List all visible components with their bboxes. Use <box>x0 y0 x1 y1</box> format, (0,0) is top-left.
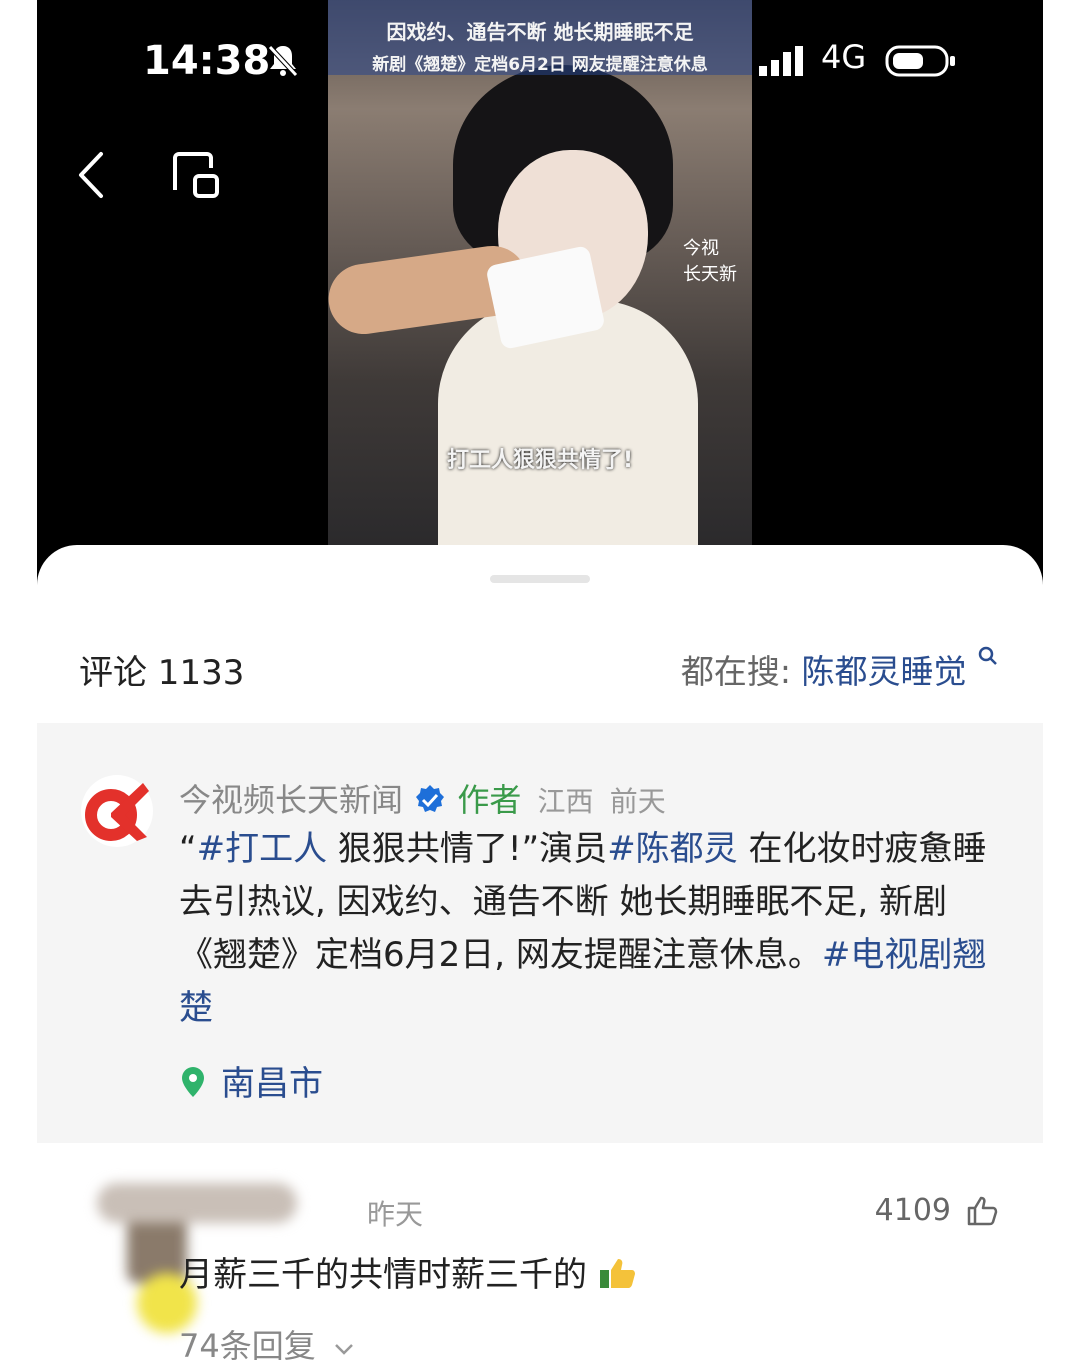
post-location[interactable]: 南昌市 <box>179 1056 323 1105</box>
phone-screen: 因戏约、通告不断 她长期睡眠不足 新剧《翘楚》定档6月2日 网友提醒注意休息 今… <box>37 0 1043 1366</box>
video-caption-line2: 新剧《翘楚》定档6月2日 网友提醒注意休息 <box>372 55 708 75</box>
chevron-down-icon <box>335 1344 353 1355</box>
comment-time: 昨天 <box>367 1198 424 1231</box>
status-time: 14:38 <box>143 38 271 84</box>
network-type: 4G <box>821 38 867 76</box>
comment-like[interactable]: 4109 <box>875 1193 999 1228</box>
comments-count: 评论 1133 <box>79 653 245 693</box>
video-frame[interactable]: 因戏约、通告不断 她长期睡眠不足 新剧《翘楚》定档6月2日 网友提醒注意休息 今… <box>328 0 752 545</box>
jinshipin-logo-icon <box>85 783 149 841</box>
location-label: 南昌市 <box>221 1064 323 1104</box>
video-caption-line1: 因戏约、通告不断 她长期睡眠不足 <box>386 20 694 44</box>
post-region: 江西 <box>537 785 594 818</box>
post-text-2: 狠狠共情了!”演员 <box>327 829 608 869</box>
author-avatar[interactable] <box>81 775 153 847</box>
location-pin-icon <box>182 1067 204 1097</box>
view-replies-button[interactable]: 74条回复 <box>179 1321 356 1366</box>
author-badge: 作者 <box>457 781 522 819</box>
hashtag-dagongren[interactable]: #打工人 <box>197 829 328 869</box>
hot-search[interactable]: 都在搜: 陈都灵睡觉 <box>681 645 999 693</box>
back-button[interactable] <box>73 150 113 204</box>
comment-text: 月薪三千的共情时薪三千的 <box>179 1247 638 1296</box>
battery-icon <box>885 44 957 82</box>
post-text-1: “ <box>179 829 197 869</box>
video-figure-robe <box>438 300 698 545</box>
thumbs-up-emoji-icon <box>599 1259 635 1288</box>
replies-count: 74条回复 <box>179 1327 316 1365</box>
search-icon <box>978 646 997 665</box>
post-body: “#打工人 狠狠共情了!”演员#陈都灵 在化妆时疲惫睡去引热议, 因戏约、通告不… <box>179 823 999 1035</box>
signal-icon <box>759 44 809 82</box>
comment-like-count: 4109 <box>874 1193 951 1228</box>
thumbs-up-icon <box>967 1196 998 1225</box>
hot-search-prefix: 都在搜: <box>680 652 791 691</box>
bell-muted-icon <box>265 42 301 82</box>
watermark-line1: 今视 <box>683 238 719 259</box>
verified-badge-icon <box>416 785 445 812</box>
author-name[interactable]: 今视频长天新闻 <box>179 781 403 819</box>
float-window-button[interactable] <box>171 150 223 206</box>
author-meta: 今视频长天新闻 作者 江西 前天 <box>179 775 666 821</box>
chevron-left-icon <box>79 152 103 198</box>
author-post: 今视频长天新闻 作者 江西 前天 “#打工人 狠狠共情了!”演员#陈都灵 在化妆… <box>37 723 1043 1143</box>
video-watermark: 今视 长天新 <box>683 236 737 288</box>
video-player[interactable]: 因戏约、通告不断 她长期睡眠不足 新剧《翘楚》定档6月2日 网友提醒注意休息 今… <box>37 0 1043 600</box>
watermark-line2: 长天新 <box>683 264 737 285</box>
comment-body: 月薪三千的共情时薪三千的 <box>179 1255 587 1295</box>
comment-item: 昨天 4109 月薪三千的共情时薪三千的 74条回复 <box>37 1143 1043 1366</box>
hashtag-chenduling[interactable]: #陈都灵 <box>607 829 738 869</box>
pip-icon <box>173 152 219 198</box>
sheet-drag-handle[interactable] <box>490 575 590 583</box>
video-subtitle: 打工人狠狠共情了! <box>446 448 634 473</box>
post-time: 前天 <box>609 785 666 818</box>
hot-search-keyword[interactable]: 陈都灵睡觉 <box>802 652 967 691</box>
comment-sheet: 评论 1133 都在搜: 陈都灵睡觉 <box>37 545 1043 723</box>
